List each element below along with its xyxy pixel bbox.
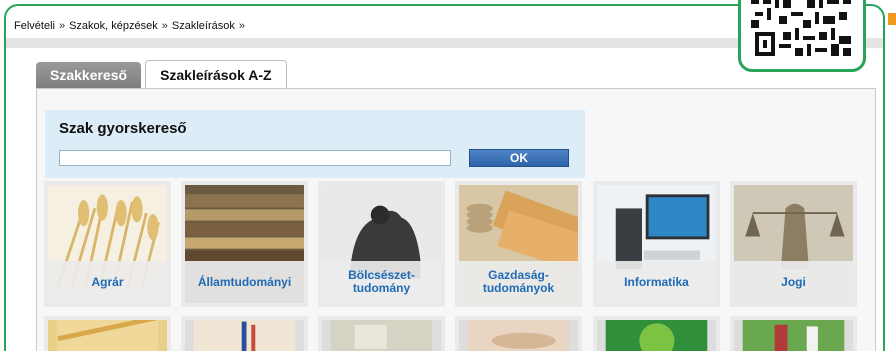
tile-allamtudomanyi[interactable]: Államtudományi bbox=[181, 181, 308, 307]
room-image bbox=[330, 320, 433, 351]
breadcrumb-separator: » bbox=[58, 20, 66, 32]
tile-label: Államtudományi bbox=[185, 261, 304, 303]
tile-bolcseszettudomany[interactable]: Bölcsészet- tudomány bbox=[318, 181, 445, 307]
breadcrumb-link-szakleirasok[interactable]: Szakleírások bbox=[172, 20, 235, 32]
tile-row2-4[interactable] bbox=[455, 316, 582, 351]
breadcrumb-link-szakok[interactable]: Szakok, képzések bbox=[69, 20, 158, 32]
tab-bar: Szakkereső Szakleírások A-Z bbox=[36, 60, 287, 88]
rulers-image bbox=[56, 320, 159, 351]
tile-label: Bölcsészet- tudomány bbox=[322, 261, 441, 303]
tile-row2-3[interactable] bbox=[318, 316, 445, 351]
pens-image bbox=[193, 320, 296, 351]
breadcrumb-link-felveteli[interactable]: Felvételi bbox=[14, 20, 55, 32]
green-apple-image bbox=[605, 320, 708, 351]
hands-image bbox=[467, 320, 570, 351]
tile-agrar[interactable]: Agrár bbox=[44, 181, 171, 307]
tile-row2-5[interactable] bbox=[593, 316, 720, 351]
qr-code bbox=[738, 0, 866, 72]
tab-szakkereso[interactable]: Szakkereső bbox=[36, 62, 142, 88]
quick-search-box: Szak gyorskereső OK bbox=[45, 110, 585, 178]
breadcrumb-separator: » bbox=[161, 20, 168, 32]
quick-search-input[interactable] bbox=[59, 150, 451, 166]
tab-szakleirasok-a-z[interactable]: Szakleírások A-Z bbox=[145, 60, 287, 88]
tile-informatika[interactable]: Informatika bbox=[593, 181, 720, 307]
tile-label: Informatika bbox=[597, 261, 716, 303]
breadcrumb-separator: » bbox=[238, 20, 245, 32]
tile-label: Agrár bbox=[48, 261, 167, 303]
quick-search-title: Szak gyorskereső bbox=[59, 120, 187, 137]
tile-jogi[interactable]: Jogi bbox=[730, 181, 857, 307]
tile-label: Jogi bbox=[734, 261, 853, 303]
ok-button[interactable]: OK bbox=[469, 149, 569, 167]
tile-row2-2[interactable] bbox=[181, 316, 308, 351]
tile-gazdasagtudomanyok[interactable]: Gazdaság- tudományok bbox=[455, 181, 582, 307]
breadcrumb: Felvételi » Szakok, képzések » Szakleírá… bbox=[14, 20, 245, 32]
sport-image bbox=[742, 320, 845, 351]
qr-code-icon bbox=[751, 0, 855, 60]
rss-icon[interactable] bbox=[888, 13, 896, 25]
tile-row2-1[interactable] bbox=[44, 316, 171, 351]
tile-label: Gazdaság- tudományok bbox=[459, 261, 578, 303]
tile-row2-6[interactable] bbox=[730, 316, 857, 351]
